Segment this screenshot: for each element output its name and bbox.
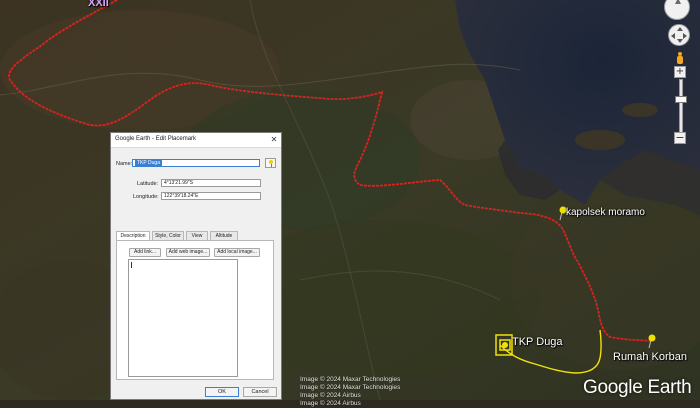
placemark-icon-button[interactable] xyxy=(265,158,276,168)
description-textarea[interactable] xyxy=(128,259,238,377)
tab-altitude[interactable]: Altitude xyxy=(210,231,238,240)
add-web-image-button[interactable]: Add web image... xyxy=(166,248,210,257)
google-earth-logo: Google Earth xyxy=(583,377,692,398)
tab-view[interactable]: View xyxy=(186,231,208,240)
zoom-out-button[interactable]: − xyxy=(674,132,686,144)
longitude-field[interactable]: 122°39'18.24"E xyxy=(161,192,261,200)
tab-style-color[interactable]: Style, Color xyxy=(152,231,184,240)
edit-placemark-dialog: Google Earth - Edit Placemark ✕ Name: TK… xyxy=(110,132,282,400)
zoom-slider-knob[interactable] xyxy=(675,96,687,103)
credit-line: Image © 2024 Airbus xyxy=(300,400,361,407)
dialog-titlebar[interactable]: Google Earth - Edit Placemark ✕ xyxy=(111,133,281,148)
zoom-in-button[interactable]: + xyxy=(674,66,686,78)
add-local-image-button[interactable]: Add local image... xyxy=(214,248,260,257)
satellite-map[interactable] xyxy=(0,0,700,400)
dialog-title: Google Earth - Edit Placemark xyxy=(115,136,197,142)
move-control-icon[interactable] xyxy=(668,24,690,46)
text-caret xyxy=(131,262,132,268)
add-link-button[interactable]: Add link... xyxy=(129,248,161,257)
tab-description[interactable]: Description xyxy=(116,231,150,240)
close-button[interactable]: ✕ xyxy=(268,134,280,145)
imagery-credits: Image © 2024 Maxar Technologies Image © … xyxy=(300,376,400,408)
credit-line: Image © 2024 Airbus xyxy=(300,392,361,399)
tkp-label[interactable]: TKP Duga xyxy=(512,336,563,348)
kapolsek-label[interactable]: kapolsek moramo xyxy=(566,207,645,218)
ok-button[interactable]: OK xyxy=(205,387,239,397)
latitude-field[interactable]: 4°13'21.99"S xyxy=(161,179,261,187)
zoom-slider[interactable] xyxy=(679,79,683,133)
cancel-button[interactable]: Cancel xyxy=(243,387,277,397)
rumah-korban-label[interactable]: Rumah Korban xyxy=(613,351,687,363)
name-label: Name: xyxy=(116,161,133,167)
name-field[interactable]: TKP Duga xyxy=(132,159,260,167)
description-panel: Add link... Add web image... Add local i… xyxy=(116,240,274,380)
name-field-selection: TKP Duga xyxy=(135,160,162,166)
longitude-label: Longitude: xyxy=(133,194,159,200)
pegman-icon[interactable] xyxy=(676,52,684,64)
top-map-label: XXII xyxy=(88,0,109,9)
credit-line: Image © 2024 Maxar Technologies xyxy=(300,384,401,391)
credit-line: Image © 2024 Maxar Technologies xyxy=(300,376,401,383)
latitude-label: Latitude: xyxy=(137,181,159,187)
